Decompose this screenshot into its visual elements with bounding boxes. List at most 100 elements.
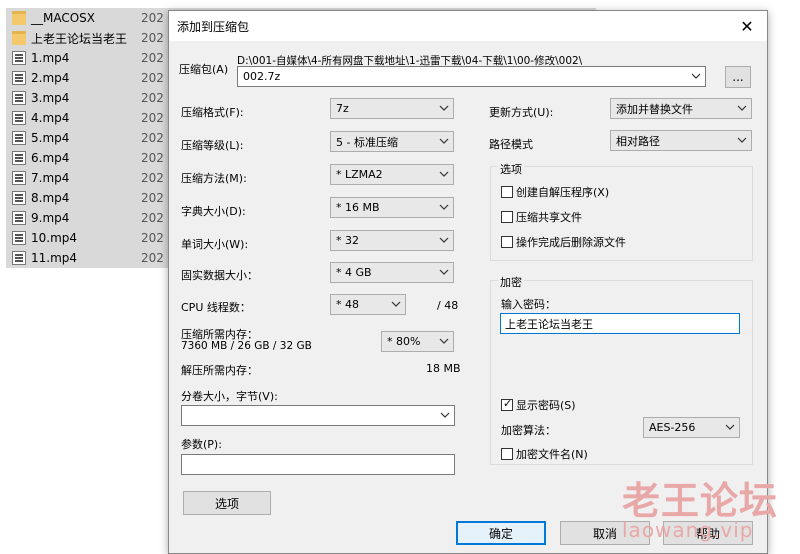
file-name: 上老王论坛当老王	[31, 31, 128, 46]
method-value: * LZMA2	[336, 168, 383, 181]
options-button[interactable]: 选项	[183, 491, 271, 515]
word-label: 单词大小(W):	[181, 238, 249, 251]
dict-select[interactable]: * 16 MB	[330, 197, 454, 218]
video-file-icon	[12, 171, 26, 185]
file-date: 202	[141, 31, 164, 45]
file-date: 202	[141, 91, 164, 105]
solid-label: 固实数据大小：	[181, 269, 258, 282]
level-select[interactable]: 5 - 标准压缩	[330, 131, 454, 152]
archive-label: 压缩包(A)	[179, 63, 229, 76]
dict-label: 字典大小(D):	[181, 205, 246, 218]
video-file-icon	[12, 151, 26, 165]
chevron-down-icon	[439, 269, 449, 275]
level-label: 压缩等级(L):	[181, 139, 244, 152]
sfx-checkbox[interactable]: 创建自解压程序(X)	[501, 184, 609, 200]
chevron-down-icon	[439, 105, 449, 111]
split-size-combo[interactable]	[181, 405, 455, 426]
title-bar: 添加到压缩包 ✕	[169, 11, 767, 41]
checkbox-icon	[501, 236, 513, 248]
decomp-value: 18 MB	[426, 362, 461, 375]
cpu-max: / 48	[437, 299, 459, 312]
file-name: 5.mp4	[31, 131, 70, 145]
watermark-logo: 老王论坛	[622, 479, 779, 523]
chevron-down-icon	[439, 138, 449, 144]
checkbox-checked-icon	[501, 397, 513, 411]
enc-method-label: 加密算法：	[501, 424, 556, 437]
file-name: 9.mp4	[31, 211, 70, 225]
method-label: 压缩方法(M):	[181, 172, 247, 185]
cpu-select[interactable]: * 48	[330, 294, 406, 315]
file-name: 8.mp4	[31, 191, 70, 205]
enc-method-value: AES-256	[649, 421, 696, 434]
file-date: 202	[141, 151, 164, 165]
mem-percent-select[interactable]: * 80%	[381, 331, 454, 352]
video-file-icon	[12, 91, 26, 105]
archive-name-combo[interactable]: 002.7z	[237, 66, 706, 87]
format-label: 压缩格式(F):	[181, 106, 244, 119]
chevron-down-icon	[725, 424, 735, 430]
checkbox-icon	[501, 211, 513, 223]
checkbox-icon	[501, 448, 513, 460]
ok-button[interactable]: 确定	[456, 521, 546, 545]
file-date: 202	[141, 251, 164, 265]
close-icon[interactable]: ✕	[727, 11, 767, 41]
video-file-icon	[12, 191, 26, 205]
options-group-title: 选项	[498, 161, 524, 177]
file-date: 202	[141, 191, 164, 205]
video-file-icon	[12, 51, 26, 65]
mem-value: 7360 MB / 26 GB / 32 GB	[181, 340, 312, 352]
file-name: 10.mp4	[31, 231, 78, 245]
chevron-down-icon	[439, 171, 449, 177]
browse-button[interactable]: ...	[725, 66, 751, 88]
checkbox-icon	[501, 186, 513, 198]
chevron-down-icon	[439, 237, 449, 243]
solid-select[interactable]: * 4 GB	[330, 262, 454, 283]
video-file-icon	[12, 71, 26, 85]
folder-icon	[12, 11, 26, 25]
file-date: 202	[141, 71, 164, 85]
watermark-url: laowang.vip	[622, 518, 754, 542]
file-name: 7.mp4	[31, 171, 70, 185]
params-input[interactable]	[181, 454, 455, 475]
video-file-icon	[12, 231, 26, 245]
format-select[interactable]: 7z	[330, 98, 454, 119]
file-name: 4.mp4	[31, 111, 70, 125]
method-select[interactable]: * LZMA2	[330, 164, 454, 185]
dialog-title: 添加到压缩包	[177, 19, 250, 34]
video-file-icon	[12, 111, 26, 125]
password-input[interactable]: 上老王论坛当老王	[500, 313, 740, 334]
file-date: 202	[141, 131, 164, 145]
chevron-down-icon	[440, 412, 450, 418]
path-mode-select[interactable]: 相对路径	[610, 130, 752, 151]
file-date: 202	[141, 11, 164, 25]
update-label: 更新方式(U):	[489, 106, 554, 119]
folder-icon	[12, 31, 26, 45]
shared-files-checkbox[interactable]: 压缩共享文件	[501, 209, 582, 225]
chevron-down-icon	[391, 301, 401, 307]
show-password-label: 显示密码(S)	[516, 399, 576, 412]
shared-files-label: 压缩共享文件	[516, 211, 582, 224]
encrypt-names-checkbox[interactable]: 加密文件名(N)	[501, 446, 588, 462]
cpu-label: CPU 线程数：	[181, 301, 251, 314]
enc-method-select[interactable]: AES-256	[643, 417, 740, 438]
path-mode-value: 相对路径	[616, 134, 660, 148]
file-date: 202	[141, 51, 164, 65]
show-password-checkbox[interactable]: 显示密码(S)	[501, 397, 576, 413]
file-date: 202	[141, 111, 164, 125]
file-name: 2.mp4	[31, 71, 70, 85]
chevron-down-icon	[737, 105, 747, 111]
dict-value: * 16 MB	[336, 201, 380, 214]
level-value: 5 - 标准压缩	[336, 135, 398, 149]
file-name: 6.mp4	[31, 151, 70, 165]
video-file-icon	[12, 131, 26, 145]
file-date: 202	[141, 211, 164, 225]
update-select[interactable]: 添加并替换文件	[610, 98, 752, 119]
archive-name-value: 002.7z	[243, 70, 281, 83]
password-value: 上老王论坛当老王	[505, 317, 593, 331]
file-date: 202	[141, 171, 164, 185]
delete-after-checkbox[interactable]: 操作完成后删除源文件	[501, 234, 626, 250]
params-label: 参数(P):	[181, 438, 222, 451]
chevron-down-icon	[737, 137, 747, 143]
file-name: 3.mp4	[31, 91, 70, 105]
word-select[interactable]: * 32	[330, 230, 454, 251]
